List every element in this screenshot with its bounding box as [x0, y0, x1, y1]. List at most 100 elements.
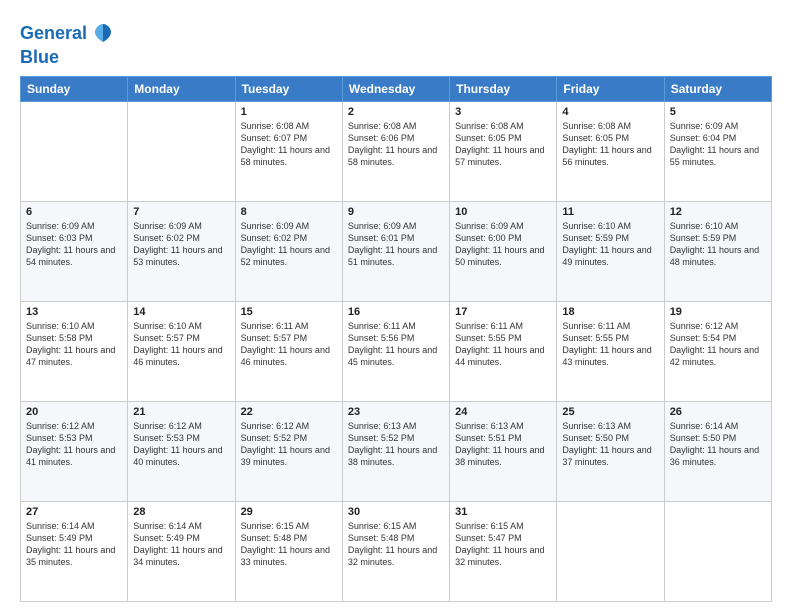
day-number: 4	[562, 106, 658, 118]
calendar-cell: 3 Sunrise: 6:08 AMSunset: 6:05 PMDaylight…	[450, 101, 557, 201]
week-row-1: 1Sunrise: 6:08 AMSunset: 6:07 PMDaylight…	[21, 101, 772, 201]
calendar-cell: 12Sunrise: 6:10 AMSunset: 5:59 PMDayligh…	[664, 201, 771, 301]
day-info: Sunrise: 6:15 AMSunset: 5:48 PMDaylight:…	[348, 520, 444, 569]
day-number: 27	[26, 506, 122, 518]
day-number: 16	[348, 306, 444, 318]
calendar-cell: 18 Sunrise: 6:11 AMSunset: 5:55 PMDayligh…	[557, 301, 664, 401]
calendar-cell: 5 Sunrise: 6:09 AMSunset: 6:04 PMDaylight…	[664, 101, 771, 201]
page: General Blue SundayMondayTuesday	[0, 0, 792, 612]
week-row-5: 27 Sunrise: 6:14 AMSunset: 5:49 PMDayligh…	[21, 501, 772, 601]
day-number: 5	[670, 106, 766, 118]
day-info: Sunrise: 6:14 AMSunset: 5:49 PMDaylight:…	[133, 520, 229, 569]
calendar-cell: 31 Sunrise: 6:15 AMSunset: 5:47 PMDayligh…	[450, 501, 557, 601]
day-number: 15	[241, 306, 337, 318]
calendar-cell: 25Sunrise: 6:13 AMSunset: 5:50 PMDayligh…	[557, 401, 664, 501]
calendar-cell: 10 Sunrise: 6:09 AMSunset: 6:00 PMDayligh…	[450, 201, 557, 301]
day-info: Sunrise: 6:09 AMSunset: 6:02 PMDaylight:…	[241, 220, 337, 269]
calendar-cell	[664, 501, 771, 601]
day-number: 21	[133, 406, 229, 418]
weekday-header-saturday: Saturday	[664, 76, 771, 101]
weekday-header-row: SundayMondayTuesdayWednesdayThursdayFrid…	[21, 76, 772, 101]
calendar-cell: 7 Sunrise: 6:09 AMSunset: 6:02 PMDaylight…	[128, 201, 235, 301]
day-number: 18	[562, 306, 658, 318]
weekday-header-wednesday: Wednesday	[342, 76, 449, 101]
day-info: Sunrise: 6:09 AMSunset: 6:02 PMDaylight:…	[133, 220, 229, 269]
day-number: 29	[241, 506, 337, 518]
day-info: Sunrise: 6:12 AMSunset: 5:53 PMDaylight:…	[133, 420, 229, 469]
day-info: Sunrise: 6:09 AMSunset: 6:01 PMDaylight:…	[348, 220, 444, 269]
day-info: Sunrise: 6:14 AMSunset: 5:50 PMDaylight:…	[670, 420, 766, 469]
day-number: 30	[348, 506, 444, 518]
calendar-cell: 24Sunrise: 6:13 AMSunset: 5:51 PMDayligh…	[450, 401, 557, 501]
calendar-cell: 19Sunrise: 6:12 AMSunset: 5:54 PMDayligh…	[664, 301, 771, 401]
calendar-cell	[557, 501, 664, 601]
day-number: 14	[133, 306, 229, 318]
day-info: Sunrise: 6:10 AMSunset: 5:59 PMDaylight:…	[670, 220, 766, 269]
calendar-cell: 6 Sunrise: 6:09 AMSunset: 6:03 PMDaylight…	[21, 201, 128, 301]
day-number: 13	[26, 306, 122, 318]
day-info: Sunrise: 6:08 AMSunset: 6:06 PMDaylight:…	[348, 120, 444, 169]
day-number: 9	[348, 206, 444, 218]
calendar-cell: 23 Sunrise: 6:13 AMSunset: 5:52 PMDayligh…	[342, 401, 449, 501]
calendar-table: SundayMondayTuesdayWednesdayThursdayFrid…	[20, 76, 772, 602]
logo-icon	[89, 20, 117, 48]
week-row-4: 20 Sunrise: 6:12 AMSunset: 5:53 PMDayligh…	[21, 401, 772, 501]
calendar-cell: 29 Sunrise: 6:15 AMSunset: 5:48 PMDayligh…	[235, 501, 342, 601]
logo-text-blue: Blue	[20, 48, 117, 68]
calendar-cell: 2Sunrise: 6:08 AMSunset: 6:06 PMDaylight…	[342, 101, 449, 201]
calendar-cell: 20Sunrise: 6:12 AMSunset: 5:53 PMDayligh…	[21, 401, 128, 501]
day-number: 10	[455, 206, 551, 218]
day-info: Sunrise: 6:09 AMSunset: 6:03 PMDaylight:…	[26, 220, 122, 269]
day-number: 23	[348, 406, 444, 418]
day-number: 6	[26, 206, 122, 218]
day-number: 7	[133, 206, 229, 218]
week-row-2: 6 Sunrise: 6:09 AMSunset: 6:03 PMDaylight…	[21, 201, 772, 301]
calendar-cell: 28Sunrise: 6:14 AMSunset: 5:49 PMDayligh…	[128, 501, 235, 601]
calendar-cell: 17Sunrise: 6:11 AMSunset: 5:55 PMDayligh…	[450, 301, 557, 401]
calendar-cell: 16 Sunrise: 6:11 AMSunset: 5:56 PMDayligh…	[342, 301, 449, 401]
day-number: 3	[455, 106, 551, 118]
calendar-cell: 4Sunrise: 6:08 AMSunset: 6:05 PMDaylight…	[557, 101, 664, 201]
day-info: Sunrise: 6:15 AMSunset: 5:47 PMDaylight:…	[455, 520, 551, 569]
day-info: Sunrise: 6:11 AMSunset: 5:55 PMDaylight:…	[562, 320, 658, 369]
day-number: 8	[241, 206, 337, 218]
day-info: Sunrise: 6:13 AMSunset: 5:52 PMDaylight:…	[348, 420, 444, 469]
day-number: 31	[455, 506, 551, 518]
day-info: Sunrise: 6:10 AMSunset: 5:57 PMDaylight:…	[133, 320, 229, 369]
calendar-cell: 22 Sunrise: 6:12 AMSunset: 5:52 PMDayligh…	[235, 401, 342, 501]
day-number: 1	[241, 106, 337, 118]
calendar-cell: 8 Sunrise: 6:09 AMSunset: 6:02 PMDaylight…	[235, 201, 342, 301]
weekday-header-thursday: Thursday	[450, 76, 557, 101]
week-row-3: 13 Sunrise: 6:10 AMSunset: 5:58 PMDayligh…	[21, 301, 772, 401]
calendar-cell: 30 Sunrise: 6:15 AMSunset: 5:48 PMDayligh…	[342, 501, 449, 601]
day-number: 20	[26, 406, 122, 418]
header: General Blue	[20, 16, 772, 68]
day-info: Sunrise: 6:08 AMSunset: 6:05 PMDaylight:…	[455, 120, 551, 169]
day-number: 26	[670, 406, 766, 418]
day-number: 22	[241, 406, 337, 418]
day-info: Sunrise: 6:11 AMSunset: 5:57 PMDaylight:…	[241, 320, 337, 369]
day-info: Sunrise: 6:09 AMSunset: 6:04 PMDaylight:…	[670, 120, 766, 169]
day-info: Sunrise: 6:10 AMSunset: 5:58 PMDaylight:…	[26, 320, 122, 369]
day-info: Sunrise: 6:11 AMSunset: 5:56 PMDaylight:…	[348, 320, 444, 369]
day-info: Sunrise: 6:14 AMSunset: 5:49 PMDaylight:…	[26, 520, 122, 569]
calendar-cell: 1Sunrise: 6:08 AMSunset: 6:07 PMDaylight…	[235, 101, 342, 201]
day-info: Sunrise: 6:12 AMSunset: 5:52 PMDaylight:…	[241, 420, 337, 469]
logo-text: General	[20, 24, 87, 44]
calendar-cell: 26 Sunrise: 6:14 AMSunset: 5:50 PMDayligh…	[664, 401, 771, 501]
calendar-cell: 13 Sunrise: 6:10 AMSunset: 5:58 PMDayligh…	[21, 301, 128, 401]
calendar-cell: 27 Sunrise: 6:14 AMSunset: 5:49 PMDayligh…	[21, 501, 128, 601]
day-number: 11	[562, 206, 658, 218]
calendar-cell: 11 Sunrise: 6:10 AMSunset: 5:59 PMDayligh…	[557, 201, 664, 301]
weekday-header-friday: Friday	[557, 76, 664, 101]
weekday-header-monday: Monday	[128, 76, 235, 101]
day-info: Sunrise: 6:15 AMSunset: 5:48 PMDaylight:…	[241, 520, 337, 569]
day-number: 24	[455, 406, 551, 418]
day-info: Sunrise: 6:11 AMSunset: 5:55 PMDaylight:…	[455, 320, 551, 369]
day-info: Sunrise: 6:10 AMSunset: 5:59 PMDaylight:…	[562, 220, 658, 269]
day-info: Sunrise: 6:09 AMSunset: 6:00 PMDaylight:…	[455, 220, 551, 269]
weekday-header-tuesday: Tuesday	[235, 76, 342, 101]
calendar-cell	[21, 101, 128, 201]
logo: General Blue	[20, 20, 117, 68]
day-info: Sunrise: 6:13 AMSunset: 5:50 PMDaylight:…	[562, 420, 658, 469]
